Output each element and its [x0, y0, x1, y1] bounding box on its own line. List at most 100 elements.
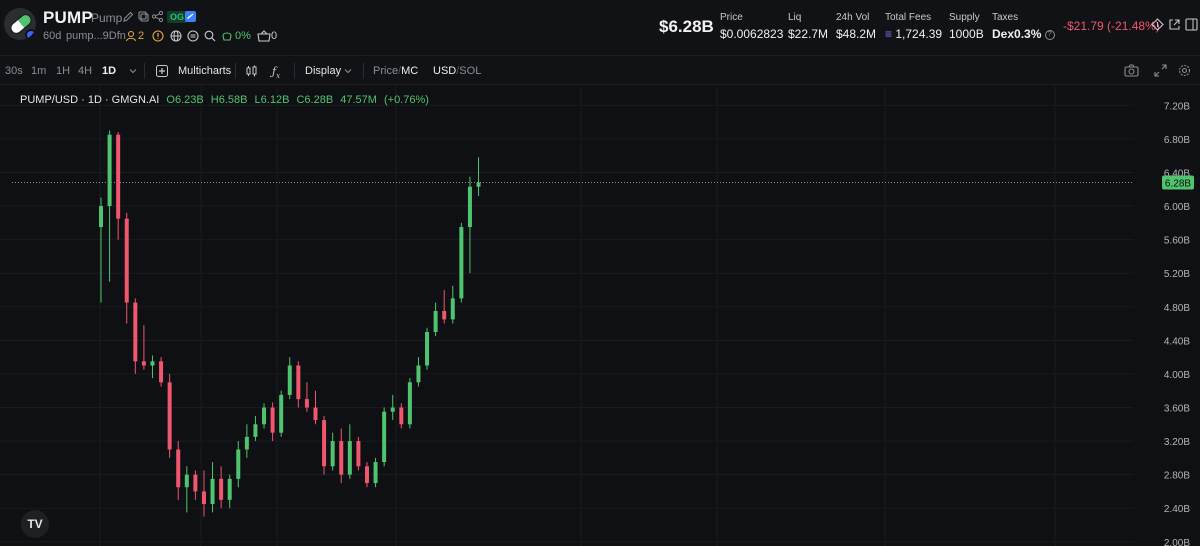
indicators-icon[interactable]: ƒx [272, 65, 280, 80]
multicharts-button[interactable]: Multicharts [178, 65, 231, 77]
stat-value: ≡ 1,724.39 [885, 27, 942, 41]
y-tick-label: 2.40B [1164, 504, 1190, 515]
candle-body [347, 441, 352, 475]
verified-icon [185, 11, 196, 22]
sol-option[interactable]: SOL [459, 65, 481, 77]
candle-body [141, 361, 146, 366]
price-option[interactable]: Price [373, 65, 398, 77]
token-header: PUMP Pump OG 60d pump...9Dfn 2 0% 0 $6.2… [0, 0, 1200, 56]
share-icon[interactable] [151, 10, 164, 23]
chain-badge-icon [25, 29, 36, 40]
price-change: -$21.79 (-21.48%) [1063, 19, 1160, 33]
stat-value: $48.2M [836, 27, 877, 41]
fees-value: 1,724.39 [895, 27, 943, 41]
chart-legend: PUMP/USD · 1D · GMGN.AI O6.23B H6.58B L6… [20, 94, 429, 106]
candle-body [476, 182, 481, 187]
divider [294, 63, 295, 79]
usd-option[interactable]: USD [433, 65, 456, 77]
legend-volume: 47.57M [340, 94, 377, 106]
contract-address[interactable]: pump...9Dfn [66, 30, 126, 42]
legend-change: (+0.76%) [384, 94, 429, 106]
holders-count: 2 [138, 30, 145, 42]
candle-body [184, 474, 189, 488]
dex-icon[interactable] [187, 30, 199, 42]
display-button[interactable]: Display [305, 65, 341, 77]
candlestick-chart[interactable]: 7.20B6.80B6.40B6.00B5.60B5.20B4.80B4.40B… [0, 86, 1200, 546]
candle-body [279, 394, 284, 433]
stat-label: Supply [949, 12, 980, 23]
y-tick-label: 3.20B [1164, 437, 1190, 448]
currency-toggle[interactable]: USD/SOL [433, 65, 481, 77]
token-age: 60d [43, 30, 62, 42]
candle-body [107, 134, 112, 207]
candle-body [416, 365, 421, 383]
price-chart[interactable]: 7.20B 6.80B 6.40B 6.00B 5.60B 5.20B 4.80B 4.40B… [0, 86, 1200, 546]
tax-value: 0.3% [1014, 27, 1042, 41]
search-icon[interactable] [204, 30, 216, 42]
fees-icon: ≡ [885, 27, 893, 41]
candle-body [330, 441, 335, 467]
chevron-down-icon[interactable] [344, 67, 352, 75]
legend-open: O6.23B [166, 94, 204, 106]
edit-icon[interactable] [122, 10, 135, 23]
website-icon[interactable] [170, 30, 182, 42]
divider [144, 63, 145, 79]
candle-body [124, 218, 129, 303]
candle-type-icon[interactable] [245, 65, 258, 77]
y-tick-label: 6.00B [1164, 202, 1190, 213]
candle-body [227, 478, 232, 500]
bundle-icon [257, 30, 271, 42]
copy-icon[interactable] [137, 10, 150, 23]
token-symbol: PUMP [43, 8, 93, 27]
candle-body [201, 491, 206, 505]
stat-label: Liq [788, 12, 802, 23]
legend-high: H6.58B [210, 94, 248, 106]
candle-body [116, 134, 121, 219]
mc-option[interactable]: MC [401, 65, 418, 77]
external-link-icon[interactable] [1168, 18, 1181, 31]
settings-icon[interactable] [1178, 64, 1191, 77]
candle-body [287, 365, 292, 395]
interval-1h[interactable]: 1H [56, 65, 70, 77]
stat-taxes: Taxes Dex0.3% ? [992, 12, 1055, 41]
token-logo [4, 8, 36, 40]
candle-body [296, 365, 301, 400]
stat-label: Taxes [992, 12, 1019, 23]
warning-icon[interactable] [152, 30, 164, 42]
bundle-count: 0 [271, 30, 278, 42]
price-mc-toggle[interactable]: Price/MC [373, 65, 418, 77]
candle-body [99, 206, 103, 228]
stat-value: $0.0062823 [720, 27, 784, 41]
candle-body [150, 361, 155, 366]
info-icon[interactable]: ? [1044, 29, 1055, 40]
interval-4h[interactable]: 4H [78, 65, 92, 77]
price-change-value: -$21.79 [1063, 19, 1104, 33]
interval-1m[interactable]: 1m [31, 65, 46, 77]
stat-liquidity: Liq $22.7M [788, 12, 828, 41]
divider [363, 63, 364, 79]
candle-body [407, 382, 412, 425]
candle-body [442, 310, 447, 320]
holders-icon [125, 30, 137, 42]
camera-icon[interactable] [1124, 64, 1139, 77]
chevron-down-icon[interactable] [129, 67, 137, 75]
og-badge: OG [167, 11, 188, 23]
flip-icon[interactable] [1151, 18, 1164, 31]
y-tick-label: 4.00B [1164, 370, 1190, 381]
tradingview-logo-icon[interactable]: TV [21, 510, 49, 538]
y-tick-label: 5.20B [1164, 269, 1190, 280]
y-tick-label: 5.60B [1164, 236, 1190, 247]
y-tick-label: 7.20B [1164, 101, 1190, 112]
interval-1d[interactable]: 1D [102, 65, 116, 77]
candle-body [133, 302, 138, 362]
interval-30s[interactable]: 30s [5, 65, 23, 77]
layout-icon[interactable] [1185, 18, 1198, 31]
candle-body [253, 424, 258, 437]
candle-body [167, 382, 172, 450]
fullscreen-icon[interactable] [1154, 64, 1167, 77]
candle-body [244, 436, 249, 450]
y-tick-label: 3.60B [1164, 403, 1190, 414]
stat-label: Price [720, 12, 743, 23]
add-icon[interactable] [156, 65, 168, 77]
candle-body [270, 407, 275, 433]
